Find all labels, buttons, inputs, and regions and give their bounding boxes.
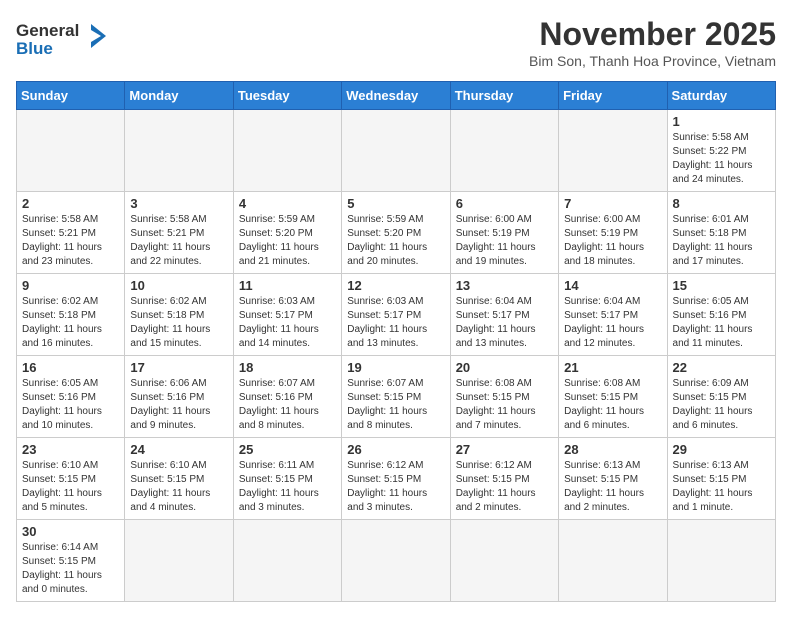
day-13: 13 Sunrise: 6:04 AMSunset: 5:17 PMDaylig… xyxy=(450,274,558,356)
day-10: 10 Sunrise: 6:02 AMSunset: 5:18 PMDaylig… xyxy=(125,274,233,356)
day-24: 24 Sunrise: 6:10 AMSunset: 5:15 PMDaylig… xyxy=(125,438,233,520)
svg-text:General: General xyxy=(16,21,79,40)
calendar-row-1: 1 Sunrise: 5:58 AM Sunset: 5:22 PM Dayli… xyxy=(17,110,776,192)
calendar-row-3: 9 Sunrise: 6:02 AMSunset: 5:18 PMDayligh… xyxy=(17,274,776,356)
day-5: 5 Sunrise: 5:59 AMSunset: 5:20 PMDayligh… xyxy=(342,192,450,274)
calendar-table: Sunday Monday Tuesday Wednesday Thursday… xyxy=(16,81,776,602)
day1-sunrise: 5:58 AM xyxy=(712,132,749,143)
logo: General Blue xyxy=(16,16,106,60)
empty-cell xyxy=(233,520,341,602)
day-17: 17 Sunrise: 6:06 AMSunset: 5:16 PMDaylig… xyxy=(125,356,233,438)
day-28: 28 Sunrise: 6:13 AMSunset: 5:15 PMDaylig… xyxy=(559,438,667,520)
day-22: 22 Sunrise: 6:09 AMSunset: 5:15 PMDaylig… xyxy=(667,356,775,438)
day-23: 23 Sunrise: 6:10 AMSunset: 5:15 PMDaylig… xyxy=(17,438,125,520)
day-3: 3 Sunrise: 5:58 AMSunset: 5:21 PMDayligh… xyxy=(125,192,233,274)
page-header: General Blue November 2025 Bim Son, Than… xyxy=(16,16,776,69)
day-21: 21 Sunrise: 6:08 AMSunset: 5:15 PMDaylig… xyxy=(559,356,667,438)
svg-text:Blue: Blue xyxy=(16,39,53,58)
empty-cell xyxy=(17,110,125,192)
calendar-row-2: 2 Sunrise: 5:58 AMSunset: 5:21 PMDayligh… xyxy=(17,192,776,274)
day1-sunset: 5:22 PM xyxy=(709,146,746,157)
day-11: 11 Sunrise: 6:03 AMSunset: 5:17 PMDaylig… xyxy=(233,274,341,356)
empty-cell xyxy=(559,110,667,192)
calendar-row-4: 16 Sunrise: 6:05 AMSunset: 5:16 PMDaylig… xyxy=(17,356,776,438)
empty-cell xyxy=(450,110,558,192)
day-18: 18 Sunrise: 6:07 AMSunset: 5:16 PMDaylig… xyxy=(233,356,341,438)
day-1: 1 Sunrise: 5:58 AM Sunset: 5:22 PM Dayli… xyxy=(667,110,775,192)
empty-cell xyxy=(450,520,558,602)
header-monday: Monday xyxy=(125,82,233,110)
day-8: 8 Sunrise: 6:01 AMSunset: 5:18 PMDayligh… xyxy=(667,192,775,274)
empty-cell xyxy=(125,110,233,192)
sunset-label: Sunset: xyxy=(673,146,707,157)
empty-cell xyxy=(559,520,667,602)
day-30: 30 Sunrise: 6:14 AMSunset: 5:15 PMDaylig… xyxy=(17,520,125,602)
calendar-row-6: 30 Sunrise: 6:14 AMSunset: 5:15 PMDaylig… xyxy=(17,520,776,602)
day-14: 14 Sunrise: 6:04 AMSunset: 5:17 PMDaylig… xyxy=(559,274,667,356)
day-6: 6 Sunrise: 6:00 AMSunset: 5:19 PMDayligh… xyxy=(450,192,558,274)
header-sunday: Sunday xyxy=(17,82,125,110)
day-26: 26 Sunrise: 6:12 AMSunset: 5:15 PMDaylig… xyxy=(342,438,450,520)
month-title: November 2025 xyxy=(529,16,776,53)
day-12: 12 Sunrise: 6:03 AMSunset: 5:17 PMDaylig… xyxy=(342,274,450,356)
day-9: 9 Sunrise: 6:02 AMSunset: 5:18 PMDayligh… xyxy=(17,274,125,356)
day-7: 7 Sunrise: 6:00 AMSunset: 5:19 PMDayligh… xyxy=(559,192,667,274)
daylight-label: Daylight: xyxy=(673,160,712,171)
header-thursday: Thursday xyxy=(450,82,558,110)
empty-cell xyxy=(667,520,775,602)
empty-cell xyxy=(342,520,450,602)
title-area: November 2025 Bim Son, Thanh Hoa Provinc… xyxy=(529,16,776,69)
header-friday: Friday xyxy=(559,82,667,110)
empty-cell xyxy=(233,110,341,192)
empty-cell xyxy=(342,110,450,192)
day-15: 15 Sunrise: 6:05 AMSunset: 5:16 PMDaylig… xyxy=(667,274,775,356)
day-20: 20 Sunrise: 6:08 AMSunset: 5:15 PMDaylig… xyxy=(450,356,558,438)
day-29: 29 Sunrise: 6:13 AMSunset: 5:15 PMDaylig… xyxy=(667,438,775,520)
header-wednesday: Wednesday xyxy=(342,82,450,110)
day-19: 19 Sunrise: 6:07 AMSunset: 5:15 PMDaylig… xyxy=(342,356,450,438)
location-subtitle: Bim Son, Thanh Hoa Province, Vietnam xyxy=(529,53,776,69)
day-25: 25 Sunrise: 6:11 AMSunset: 5:15 PMDaylig… xyxy=(233,438,341,520)
weekday-header-row: Sunday Monday Tuesday Wednesday Thursday… xyxy=(17,82,776,110)
day-27: 27 Sunrise: 6:12 AMSunset: 5:15 PMDaylig… xyxy=(450,438,558,520)
day-16: 16 Sunrise: 6:05 AMSunset: 5:16 PMDaylig… xyxy=(17,356,125,438)
sunrise-label: Sunrise: xyxy=(673,132,710,143)
header-saturday: Saturday xyxy=(667,82,775,110)
empty-cell xyxy=(125,520,233,602)
logo-svg: General Blue xyxy=(16,16,106,60)
header-tuesday: Tuesday xyxy=(233,82,341,110)
day-2: 2 Sunrise: 5:58 AMSunset: 5:21 PMDayligh… xyxy=(17,192,125,274)
calendar-row-5: 23 Sunrise: 6:10 AMSunset: 5:15 PMDaylig… xyxy=(17,438,776,520)
day-4: 4 Sunrise: 5:59 AMSunset: 5:20 PMDayligh… xyxy=(233,192,341,274)
